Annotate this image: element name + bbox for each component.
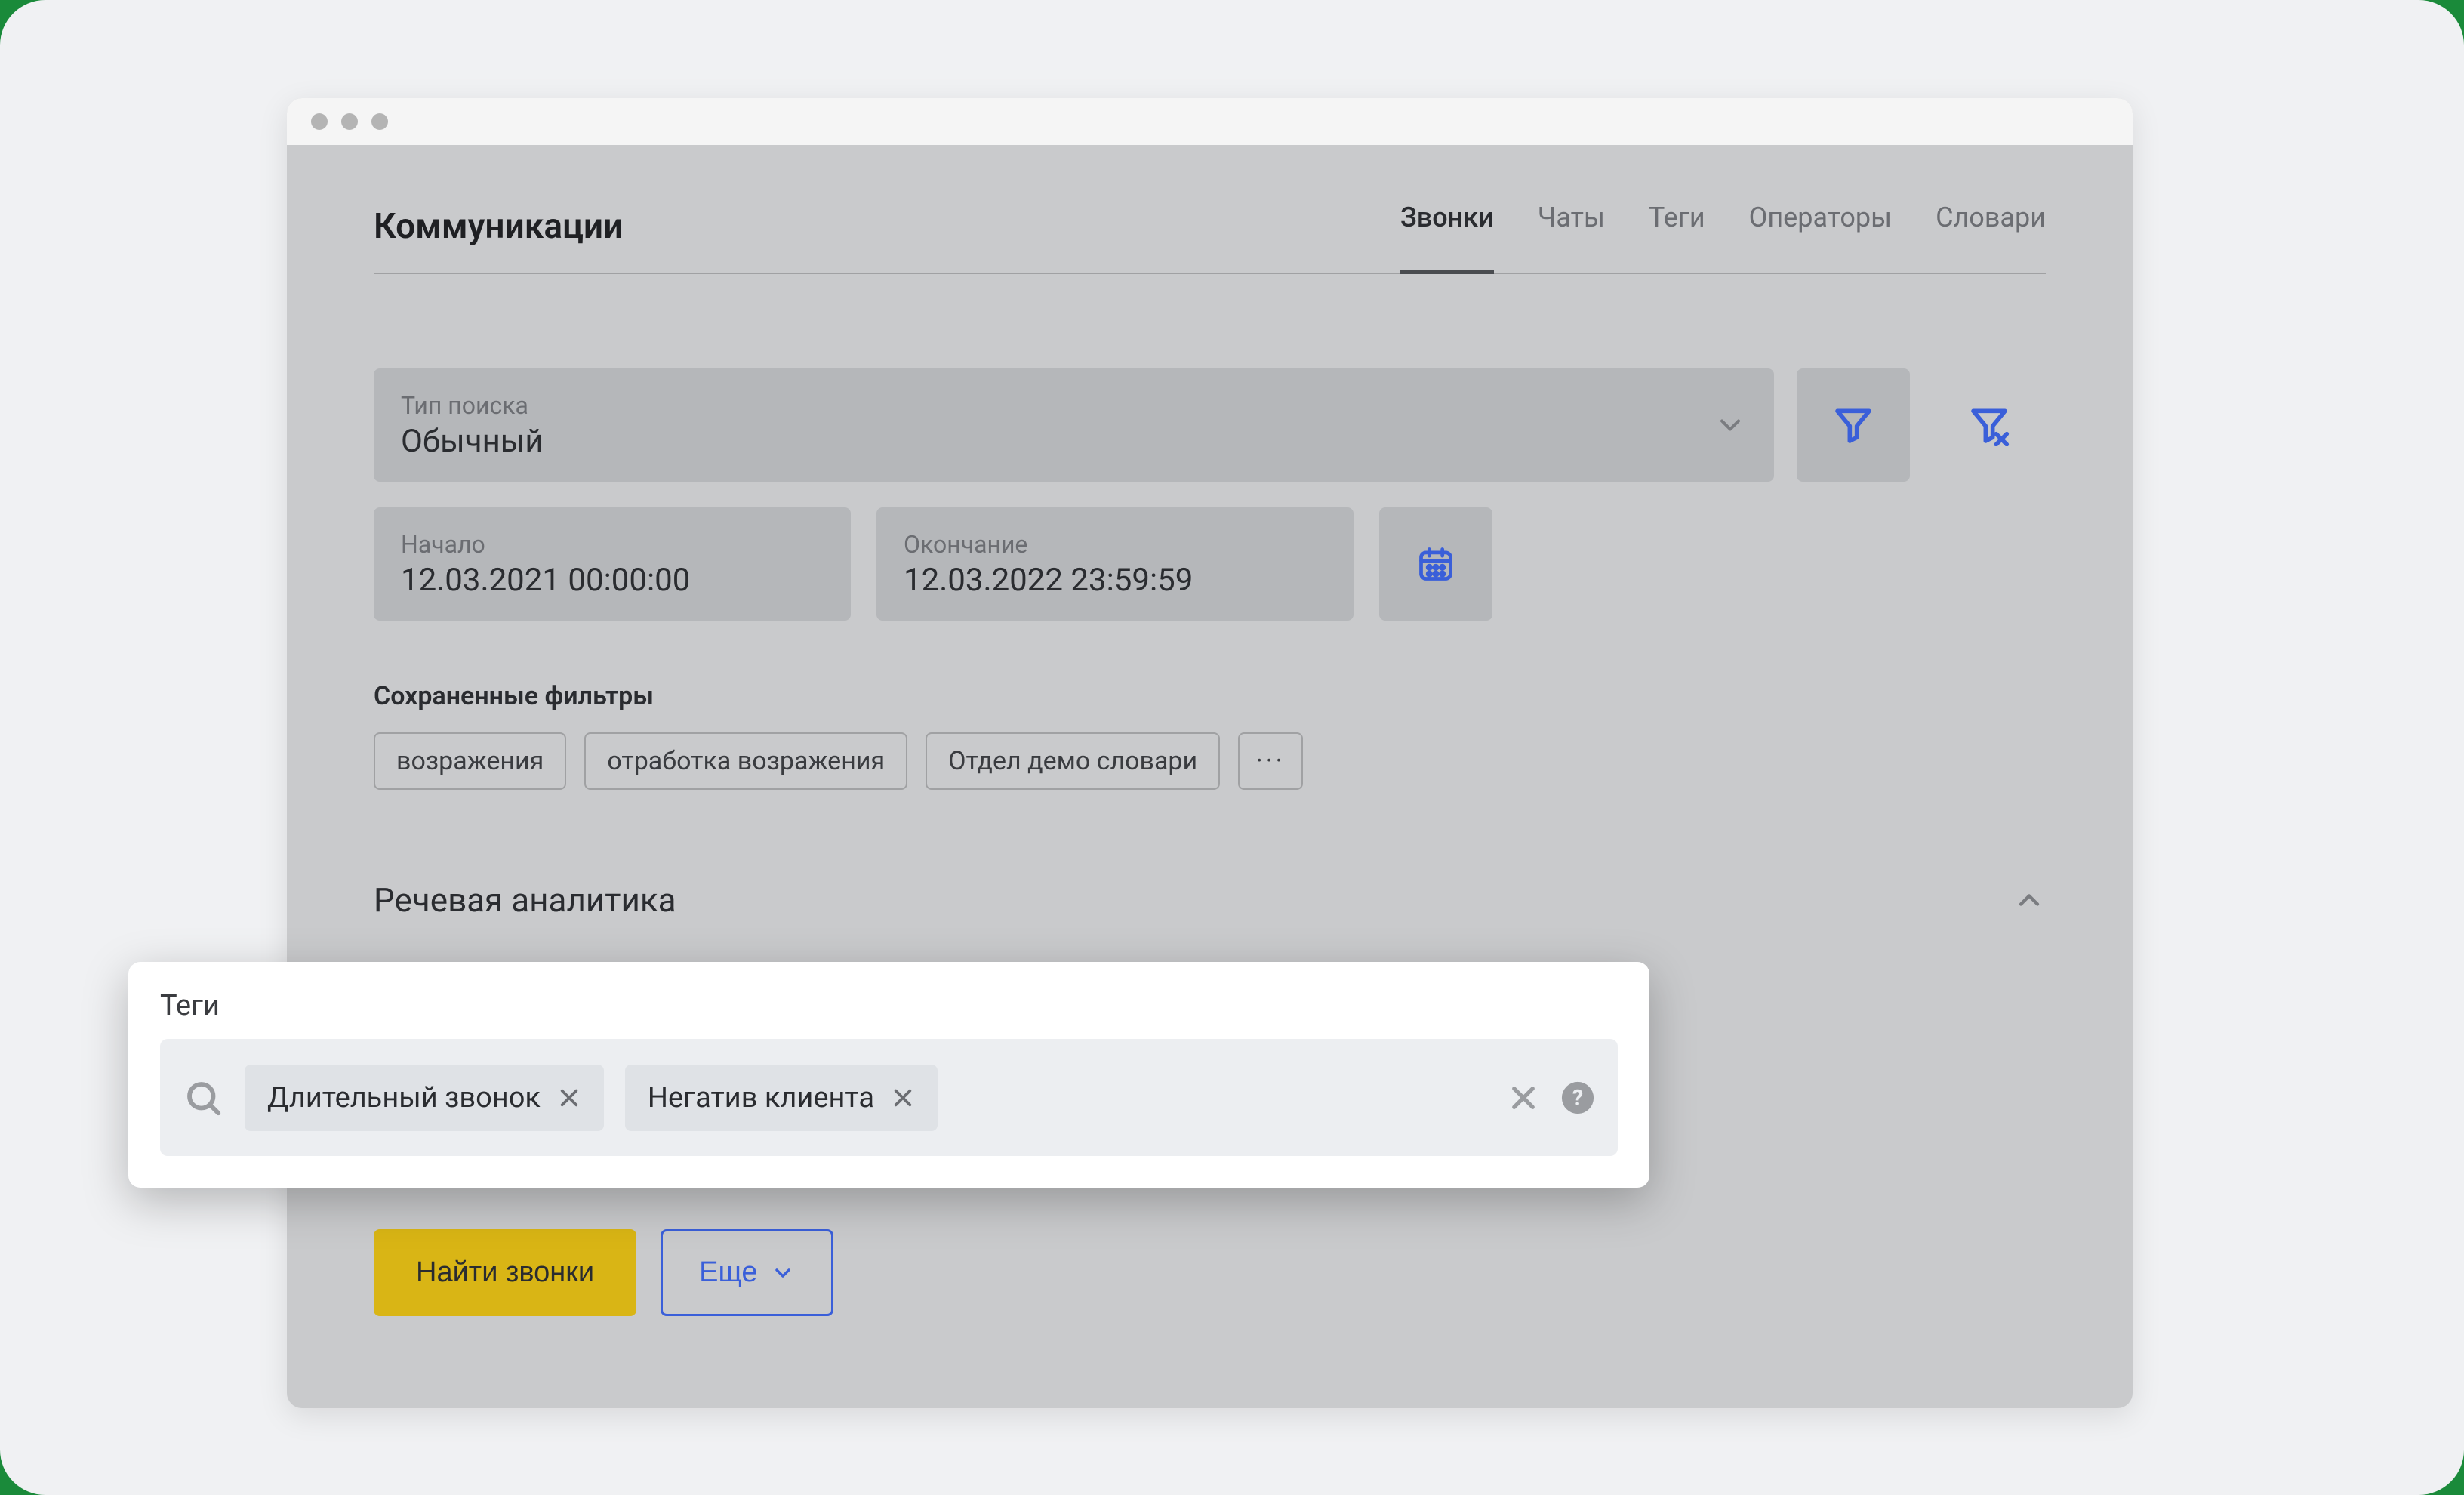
saved-filters-row: возражения отработка возражения Отдел де…	[374, 732, 2046, 790]
tab-dictionaries[interactable]: Словари	[1936, 202, 2046, 251]
tabs: Звонки Чаты Теги Операторы Словари	[1400, 202, 2046, 251]
help-icon[interactable]: ?	[1560, 1080, 1595, 1115]
search-type-value: Обычный	[401, 423, 544, 460]
date-start-input[interactable]: Начало 12.03.2021 00:00:00	[374, 507, 851, 621]
calendar-icon	[1416, 544, 1455, 584]
tab-tags[interactable]: Теги	[1649, 202, 1705, 251]
close-icon[interactable]	[557, 1086, 581, 1110]
saved-filter-chip[interactable]: возражения	[374, 732, 566, 790]
filter-icon	[1832, 404, 1874, 446]
more-button-label: Еще	[699, 1256, 757, 1289]
window-dot	[341, 113, 358, 130]
tag-pill: Негатив клиента	[625, 1065, 938, 1131]
tag-pill-label: Негатив клиента	[648, 1081, 874, 1114]
search-type-select[interactable]: Тип поиска Обычный	[374, 368, 1774, 482]
close-icon[interactable]	[891, 1086, 915, 1110]
tags-input[interactable]: Длительный звонок Негатив клиента ?	[160, 1039, 1618, 1156]
tab-calls[interactable]: Звонки	[1400, 202, 1494, 251]
window-titlebar	[287, 98, 2133, 145]
window-dot	[371, 113, 388, 130]
search-icon	[183, 1077, 223, 1118]
svg-text:?: ?	[1572, 1085, 1583, 1111]
filter-clear-icon	[1968, 404, 2010, 446]
date-start-label: Начало	[401, 530, 824, 559]
tab-chats[interactable]: Чаты	[1538, 202, 1605, 251]
filter-button[interactable]	[1797, 368, 1910, 482]
chevron-down-icon	[771, 1261, 795, 1285]
page-title: Коммуникации	[374, 206, 623, 247]
more-button[interactable]: Еще	[661, 1229, 833, 1316]
date-end-label: Окончание	[904, 530, 1326, 559]
saved-filters-label: Сохраненные фильтры	[374, 681, 2046, 711]
chevron-down-icon	[1714, 408, 1747, 442]
window-dot	[311, 113, 328, 130]
tags-popover: Теги Длительный звонок Негатив клиента ?	[128, 962, 1649, 1188]
speech-analytics-title: Речевая аналитика	[374, 880, 676, 920]
date-end-value: 12.03.2022 23:59:59	[904, 562, 1326, 599]
tag-pill-label: Длительный звонок	[267, 1081, 541, 1114]
saved-filter-more[interactable]: ···	[1238, 732, 1303, 790]
calendar-button[interactable]	[1379, 507, 1492, 621]
tag-pill: Длительный звонок	[245, 1065, 604, 1131]
chevron-up-icon[interactable]	[2013, 883, 2046, 917]
date-start-value: 12.03.2021 00:00:00	[401, 562, 824, 599]
tags-popover-title: Теги	[160, 989, 1618, 1022]
search-type-label: Тип поиска	[401, 391, 544, 420]
clear-all-icon[interactable]	[1508, 1082, 1539, 1114]
search-button[interactable]: Найти звонки	[374, 1229, 636, 1316]
date-end-input[interactable]: Окончание 12.03.2022 23:59:59	[876, 507, 1354, 621]
clear-filter-button[interactable]	[1933, 368, 2046, 482]
saved-filter-chip[interactable]: отработка возражения	[584, 732, 907, 790]
app-window: Коммуникации Звонки Чаты Теги Операторы …	[287, 98, 2133, 1408]
tab-operators[interactable]: Операторы	[1749, 202, 1892, 251]
saved-filter-chip[interactable]: Отдел демо словари	[926, 732, 1220, 790]
